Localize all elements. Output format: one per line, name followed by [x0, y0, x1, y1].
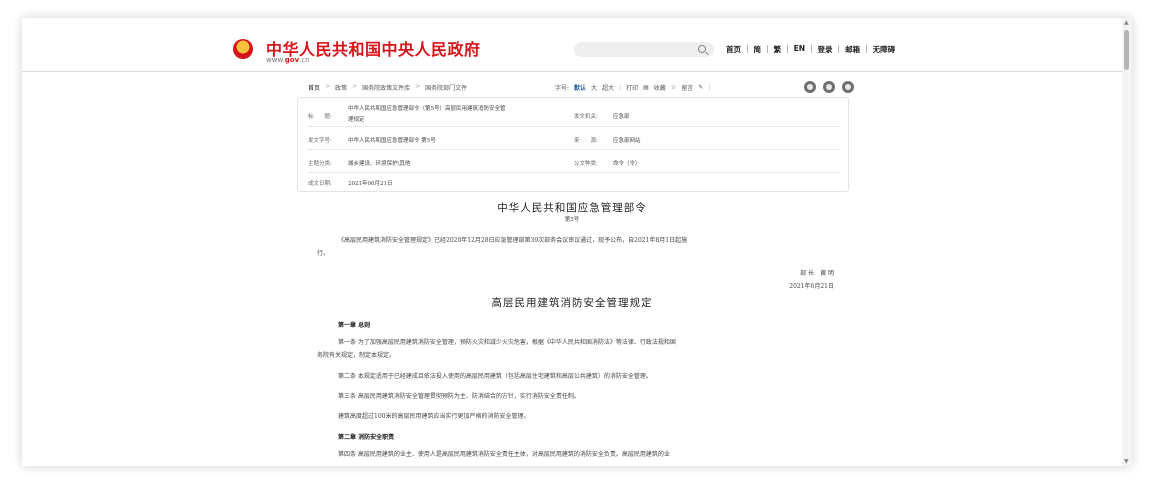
doc-no-label: 发文字号: [308, 138, 332, 144]
order-number: 第5号 [564, 217, 580, 223]
chapter-1-heading: 第一章 总则 [338, 322, 371, 329]
font-size-label: 字号: [555, 85, 570, 92]
star-icon[interactable]: ☆ [671, 84, 676, 91]
type-label: 公文种类: [574, 161, 598, 167]
weibo-share-icon[interactable] [804, 81, 816, 93]
regulation-title: 高层民用建筑消防安全管理规定 [491, 297, 653, 309]
source-value: 应急部网站 [613, 138, 641, 144]
keep-button[interactable]: 留言 [681, 83, 693, 92]
issuer-value: 应急部 [613, 114, 630, 120]
breadcrumb-library[interactable]: 国务院政策文件库 [362, 83, 410, 92]
title-label: 标 题: [308, 114, 332, 120]
print-icon[interactable]: ▤ [643, 84, 649, 91]
nav-traditional[interactable]: 繁 [774, 44, 782, 55]
info-row-date: 成文日期: 2021年06月21日 [308, 174, 840, 192]
search-icon[interactable] [698, 45, 706, 53]
article-2: 第二条 本规定适用于已经建成且依法投入使用的高层民用建筑（包括高层住宅建筑和高层… [338, 373, 652, 380]
breadcrumb-home[interactable]: 首页 [308, 83, 320, 92]
issuer-label: 发文机关: [574, 114, 598, 120]
topic-value: 城乡建设、环境保护\其他 [348, 161, 411, 167]
breadcrumb-policy[interactable]: 政策 [335, 83, 347, 92]
wechat-share-icon[interactable] [823, 81, 835, 93]
article-4-line1: 第四条 高层民用建筑的业主、使用人是高层民用建筑消防安全责任主体，对高层民用建筑… [338, 451, 670, 458]
breadcrumb: 首页 > 政策 > 国务院政策文件库 > 国务院部门文件 [308, 83, 468, 92]
vertical-scrollbar[interactable]: ▲ ▼ [1122, 18, 1132, 466]
info-row-docno: 发文字号: 中华人民共和国应急管理部令 第5号 来 源: 应急部网站 [308, 129, 840, 150]
article-3-note: 建筑高度超过100米的高层民用建筑应当实行更加严格的消防安全管理。 [338, 413, 530, 420]
pencil-icon[interactable]: ✎ [698, 84, 703, 91]
article-1-line2: 务院有关规定，制定本规定。 [317, 352, 396, 359]
title-value-line2: 理规定 [348, 117, 365, 123]
info-row-title: 标 题: 中华人民共和国应急管理部令（第5号）高层民用建筑消防安全管 理规定 发… [308, 100, 840, 127]
nav-login[interactable]: 登录 [818, 44, 833, 55]
chapter-2-heading: 第二章 消防安全职责 [338, 434, 395, 441]
top-nav: 首页 | 简 | 繁 | EN | 登录 | 邮箱 | 无障碍 [726, 44, 896, 55]
article-1-line1: 第一条 为了加强高层民用建筑消防安全管理，预防火灾和减少火灾危害，根据《中华人民… [338, 339, 676, 346]
favorite-button[interactable]: 收藏 [654, 83, 666, 92]
font-large-button[interactable]: 大 [591, 83, 597, 92]
scroll-up-icon[interactable]: ▲ [1124, 19, 1129, 26]
date-value: 2021年06月21日 [348, 181, 393, 187]
title-value-line1: 中华人民共和国应急管理部令（第5号）高层民用建筑消防安全管 [348, 106, 506, 112]
browser-page: 中华人民共和国中央人民政府 www.gov.cn 首页 | 简 | 繁 | EN | 登… [22, 18, 1132, 466]
nav-home[interactable]: 首页 [726, 44, 741, 55]
type-value: 命令（令） [613, 161, 641, 167]
font-default-button[interactable]: 默认 [574, 83, 586, 92]
sign-date: 2021年6月21日 [789, 283, 834, 290]
order-title: 中华人民共和国应急管理部令 [497, 202, 647, 214]
national-emblem-icon[interactable] [233, 39, 253, 59]
article-3: 第三条 高层民用建筑消防安全管理贯彻预防为主、防消结合的方针，实行消防安全责任制… [338, 393, 580, 400]
topic-label: 主题分类: [308, 161, 332, 167]
intro-line1: 《高层民用建筑消防安全管理规定》已经2020年12月28日应急管理部第39次部务… [338, 237, 688, 244]
doc-no-value: 中华人民共和国应急管理部令 第5号 [348, 138, 436, 144]
scrollbar-thumb[interactable] [1124, 30, 1129, 70]
breadcrumb-department[interactable]: 国务院部门文件 [425, 83, 467, 92]
nav-simplified[interactable]: 简 [754, 44, 762, 55]
font-xlarge-button[interactable]: 超大 [602, 83, 614, 92]
document-info-table: 标 题: 中华人民共和国应急管理部令（第5号）高层民用建筑消防安全管 理规定 发… [297, 97, 849, 192]
nav-mail[interactable]: 邮箱 [845, 44, 860, 55]
site-url: www.gov.cn [266, 56, 310, 64]
intro-line2: 行。 [317, 250, 330, 257]
signer: 部 长 黄 明 [800, 270, 834, 277]
nav-english[interactable]: EN [794, 44, 805, 55]
scroll-down-icon[interactable]: ▼ [1124, 458, 1129, 465]
article-tools: 字号: 默认 大 超大 | 打印 ▤ 收藏 ☆ 留言 ✎ | [555, 83, 711, 92]
info-row-topic: 主题分类: 城乡建设、环境保护\其他 公文种类: 命令（令） [308, 152, 840, 173]
qzone-share-icon[interactable] [842, 81, 854, 93]
date-label: 成文日期: [308, 181, 332, 187]
site-header: 中华人民共和国中央人民政府 www.gov.cn 首页 | 简 | 繁 | EN | 登… [22, 18, 1122, 72]
article-toolbar: 首页 > 政策 > 国务院政策文件库 > 国务院部门文件 字号: 默认 大 超大 | … [308, 81, 854, 93]
search-input[interactable] [574, 42, 714, 57]
nav-accessibility[interactable]: 无障碍 [873, 44, 896, 55]
print-button[interactable]: 打印 [626, 83, 638, 92]
source-label: 来 源: [574, 138, 598, 144]
